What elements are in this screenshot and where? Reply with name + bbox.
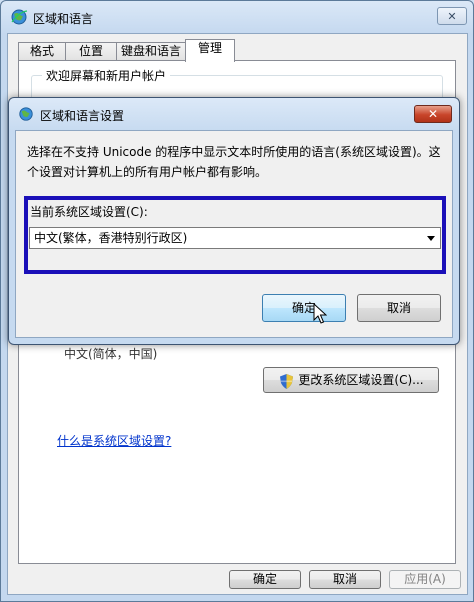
- tab-location[interactable]: 位置: [65, 42, 117, 61]
- ok-button[interactable]: 确定: [229, 570, 301, 589]
- tab-keyboards[interactable]: 键盘和语言: [116, 42, 186, 61]
- system-locale-value: 中文(繁体，香港特别行政区): [34, 231, 188, 245]
- cancel-button[interactable]: 取消: [309, 570, 381, 589]
- apply-button[interactable]: 应用(A): [389, 570, 461, 589]
- close-button[interactable]: ✕: [437, 7, 467, 25]
- change-system-locale-label: 更改系统区域设置(C)...: [298, 373, 424, 387]
- tab-administrative[interactable]: 管理: [185, 39, 235, 62]
- dialog-client: 选择在不支持 Unicode 的程序中显示文本时所使用的语言(系统区域设置)。这…: [15, 130, 453, 338]
- globe-icon: [11, 9, 28, 25]
- change-system-locale-button[interactable]: 更改系统区域设置(C)...: [263, 367, 439, 393]
- chevron-down-icon: [427, 236, 435, 241]
- region-language-settings-dialog: 区域和语言设置 ✕ 选择在不支持 Unicode 的程序中显示文本时所使用的语言…: [8, 97, 460, 345]
- welcome-group-label: 欢迎屏幕和新用户帐户: [42, 67, 171, 84]
- tab-formats[interactable]: 格式: [18, 42, 66, 61]
- what-is-system-locale-link[interactable]: 什么是系统区域设置?: [57, 432, 171, 449]
- dialog-ok-button[interactable]: 确定: [262, 294, 346, 322]
- mouse-pointer-icon: [313, 303, 327, 324]
- current-locale-label: 当前系统区域设置(C):: [30, 205, 148, 219]
- globe-icon: [19, 107, 33, 121]
- dialog-description: 选择在不支持 Unicode 的程序中显示文本时所使用的语言(系统区域设置)。这…: [27, 145, 441, 179]
- uac-shield-icon: [280, 374, 293, 389]
- dialog-title: 区域和语言设置: [40, 109, 125, 123]
- title-bar[interactable]: 区域和语言 ✕: [1, 1, 473, 35]
- system-locale-select[interactable]: 中文(繁体，香港特别行政区): [29, 227, 441, 249]
- dialog-close-button[interactable]: ✕: [414, 105, 452, 123]
- current-locale-text: 中文(简体，中国): [64, 347, 158, 361]
- dialog-cancel-button[interactable]: 取消: [357, 294, 441, 322]
- window-title: 区域和语言: [33, 12, 94, 26]
